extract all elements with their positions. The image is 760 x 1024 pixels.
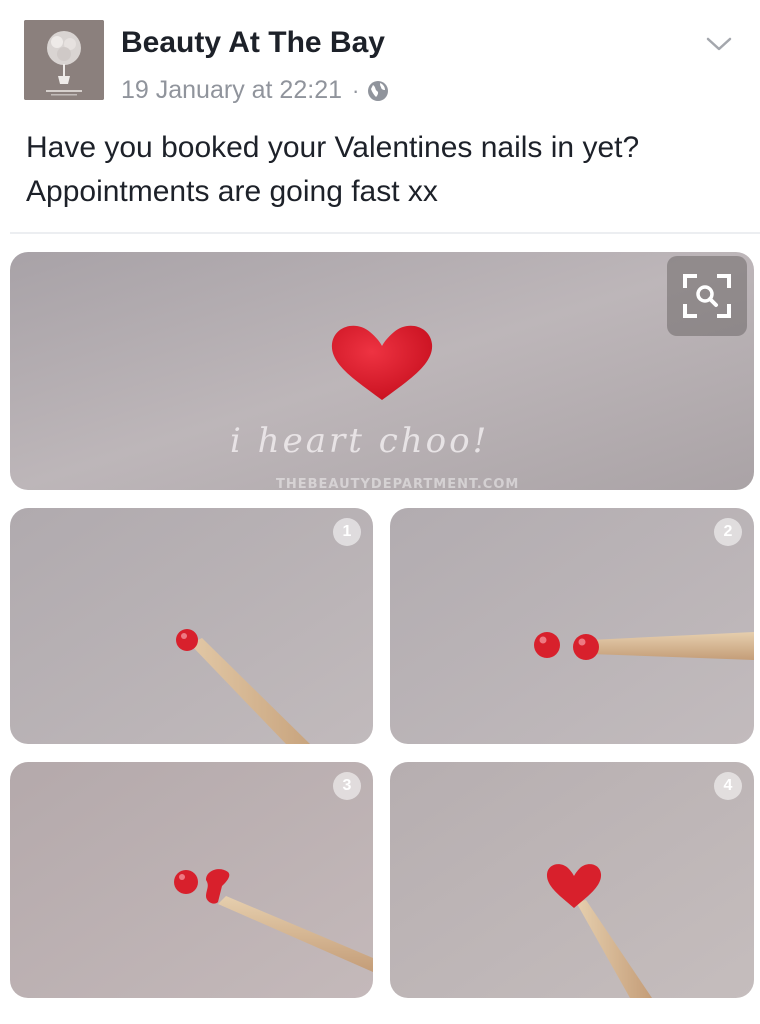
step-number-badge: 1 <box>333 518 361 546</box>
page-name-link[interactable]: Beauty At The Bay <box>121 26 385 60</box>
step-number-badge: 2 <box>714 518 742 546</box>
meta-separator: · <box>352 77 360 103</box>
globe-icon[interactable] <box>367 80 389 102</box>
post-header: Beauty At The Bay 19 January at 22:21 · <box>0 0 760 115</box>
avatar[interactable] <box>24 20 104 100</box>
step-number-badge: 3 <box>333 772 361 800</box>
photo-panel-heart: i heart choo! THEBEAUTYDEPARTMENT.COM <box>10 252 754 490</box>
visual-search-icon <box>683 274 731 318</box>
post-message-line: Appointments are going fast xx <box>26 175 438 208</box>
post-photo[interactable]: i heart choo! THEBEAUTYDEPARTMENT.COM 1 … <box>0 240 760 1024</box>
post-message-line: Have you booked your Valentines nails in… <box>26 131 640 164</box>
photo-watermark: THEBEAUTYDEPARTMENT.COM <box>276 477 519 490</box>
post-message: Have you booked your Valentines nails in… <box>26 126 746 214</box>
photo-panel-step-2 <box>390 508 754 744</box>
visual-search-button[interactable] <box>667 256 747 336</box>
divider <box>10 232 760 234</box>
photo-caption: i heart choo! <box>230 421 489 461</box>
photo-panel-step-4 <box>390 762 754 998</box>
step-number-badge: 4 <box>714 772 742 800</box>
photo-panel-step-1 <box>10 508 373 744</box>
post-meta: 19 January at 22:21 · <box>121 76 389 105</box>
chevron-down-icon[interactable] <box>704 32 734 56</box>
post-timestamp[interactable]: 19 January at 22:21 <box>121 76 342 105</box>
photo-panel-step-3 <box>10 762 373 998</box>
